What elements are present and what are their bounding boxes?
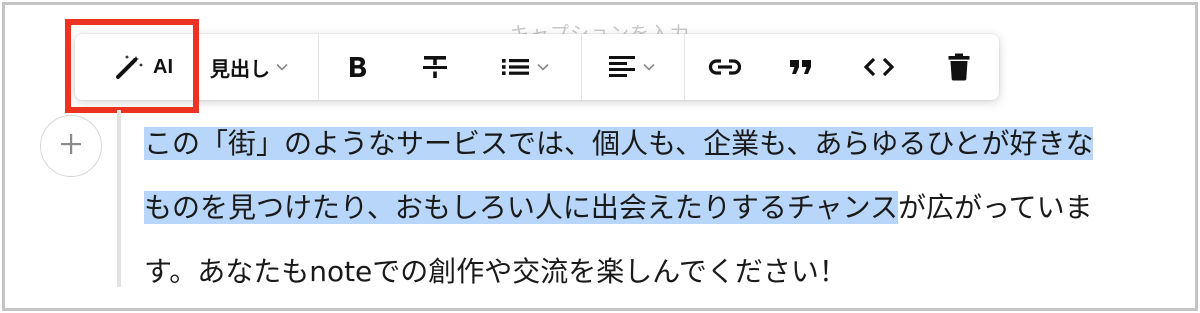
align-dropdown[interactable] xyxy=(599,34,663,100)
magic-wand-icon xyxy=(115,54,145,80)
heading-dropdown[interactable]: 見出し xyxy=(199,34,299,100)
code-button[interactable] xyxy=(857,34,901,100)
align-left-icon xyxy=(607,54,637,80)
quote-button[interactable] xyxy=(781,34,821,100)
list-dropdown[interactable] xyxy=(490,34,560,100)
toolbar-separator xyxy=(318,34,319,100)
selected-text: ものを見つけたり、おもしろい人に出会えたりするチャンス xyxy=(144,191,899,224)
text-line: ものを見つけたり、おもしろい人に出会えたりするチャンスが広がっていま xyxy=(144,176,1144,240)
text-line: す。あなたもnoteでの創作や交流を楽しんでください！ xyxy=(144,255,847,288)
paragraph-text[interactable]: この「街」のようなサービスでは、個人も、企業も、あらゆるひとが好きな ものを見つ… xyxy=(144,112,1144,304)
chevron-down-icon xyxy=(643,63,655,71)
add-block-button[interactable] xyxy=(40,115,102,177)
bold-button[interactable] xyxy=(337,34,379,100)
chevron-down-icon xyxy=(276,63,288,71)
selected-text: この「街」のようなサービスでは、個人も、企業も、あらゆるひとが好きな xyxy=(144,127,1094,160)
heading-label: 見出し xyxy=(210,56,270,81)
ai-button[interactable]: AI xyxy=(97,34,191,100)
strikethrough-icon xyxy=(421,54,449,80)
unselected-text: が広がっていま xyxy=(898,191,1093,224)
delete-button[interactable] xyxy=(939,34,979,100)
quote-icon xyxy=(789,58,813,76)
plus-icon xyxy=(60,133,82,159)
link-icon xyxy=(708,58,742,76)
trash-icon xyxy=(948,53,970,81)
link-button[interactable] xyxy=(703,34,747,100)
text-line: この「街」のようなサービスでは、個人も、企業も、あらゆるひとが好きな xyxy=(144,112,1144,176)
code-icon xyxy=(863,57,895,77)
toolbar-separator xyxy=(581,34,582,100)
chevron-down-icon xyxy=(537,63,549,71)
bulleted-list-icon xyxy=(501,56,531,78)
bold-icon xyxy=(348,55,368,79)
strikethrough-button[interactable] xyxy=(412,34,458,100)
paragraph-indicator xyxy=(117,110,121,287)
ai-label: AI xyxy=(153,55,173,78)
toolbar-separator xyxy=(684,34,685,100)
formatting-toolbar: AI 見出し xyxy=(75,34,999,100)
